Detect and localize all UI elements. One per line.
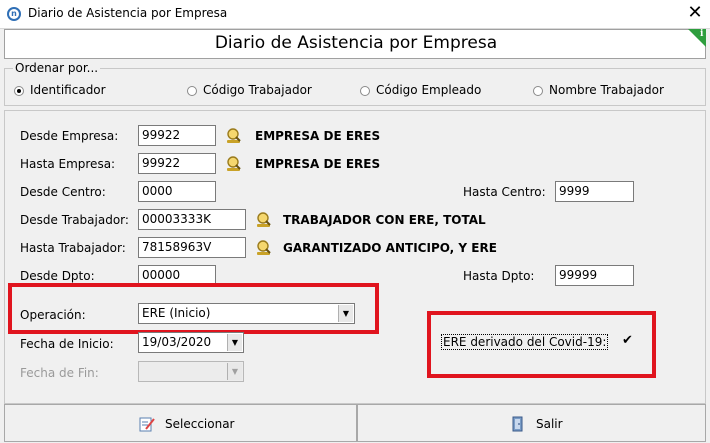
hasta-trabajador-input[interactable]: 78158963V [138,237,246,258]
search-icon[interactable] [255,211,273,229]
operacion-select-value: ERE (Inicio) [142,306,211,320]
exit-button-label: Salir [536,417,563,431]
search-icon[interactable] [255,239,273,257]
desde-trabajador-input[interactable]: 00003333K [138,209,246,230]
hasta-centro-label: Hasta Centro: [463,185,546,199]
covid-checkbox[interactable]: ✔ [621,334,634,347]
app-logo-icon: n [7,7,21,21]
radio-identificador[interactable] [14,86,24,96]
sort-group-legend: Ordenar por... [13,61,101,75]
search-icon[interactable] [225,155,243,173]
desde-empresa-input[interactable]: 99922 [138,125,216,146]
window-title: Diario de Asistencia por Empresa [28,6,228,20]
fecha-inicio-label: Fecha de Inicio: [20,337,114,351]
fecha-inicio-value: 19/03/2020 [142,335,212,349]
exit-button[interactable]: Salir [357,404,706,442]
radio-codigo-empleado-label[interactable]: Código Empleado [376,83,481,97]
fecha-fin-date-picker: ▼ [138,361,244,382]
radio-identificador-label[interactable]: Identificador [30,83,106,97]
hasta-empresa-label: Hasta Empresa: [20,157,116,171]
covid-checkbox-label[interactable]: ERE derivado del Covid-19: [441,334,609,350]
select-button[interactable]: Seleccionar [4,404,357,442]
hasta-dpto-label: Hasta Dpto: [463,269,535,283]
desde-empresa-desc: EMPRESA DE ERES [255,129,381,143]
radio-codigo-trabajador-label[interactable]: Código Trabajador [203,83,312,97]
hasta-centro-input[interactable]: 9999 [555,181,634,202]
desde-centro-label: Desde Centro: [20,185,106,199]
radio-nombre-trabajador[interactable] [533,86,543,96]
fecha-fin-label: Fecha de Fin: [20,366,99,380]
chevron-down-icon: ▼ [227,363,242,380]
header-panel: Diario de Asistencia por Empresa [4,29,706,59]
fecha-inicio-date-picker[interactable]: 19/03/2020 ▼ [138,332,244,353]
hasta-empresa-desc: EMPRESA DE ERES [255,157,381,171]
hasta-empresa-input[interactable]: 99922 [138,153,216,174]
operacion-label: Operación: [20,308,86,322]
desde-empresa-label: Desde Empresa: [20,129,119,143]
info-icon: i [700,29,704,39]
search-icon[interactable] [225,127,243,145]
exit-door-icon [512,416,523,432]
hasta-trabajador-desc: GARANTIZADO ANTICIPO, Y ERE [283,241,497,255]
page-title: Diario de Asistencia por Empresa [214,33,498,53]
operacion-select[interactable]: ERE (Inicio) ▼ [138,303,355,324]
hasta-dpto-input[interactable]: 99999 [555,265,634,286]
hasta-trabajador-label: Hasta Trabajador: [20,241,126,255]
desde-trabajador-desc: TRABAJADOR CON ERE, TOTAL [283,213,486,227]
radio-codigo-trabajador[interactable] [187,86,197,96]
chevron-down-icon[interactable]: ▼ [227,334,242,351]
chevron-down-icon[interactable]: ▼ [338,305,353,322]
desde-dpto-label: Desde Dpto: [20,269,95,283]
desde-centro-input[interactable]: 0000 [138,181,216,202]
edit-document-icon [139,417,155,432]
radio-nombre-trabajador-label[interactable]: Nombre Trabajador [549,83,664,97]
select-button-label: Seleccionar [165,417,235,431]
radio-codigo-empleado[interactable] [360,86,370,96]
desde-trabajador-label: Desde Trabajador: [20,213,129,227]
close-icon[interactable]: ✕ [684,2,706,24]
